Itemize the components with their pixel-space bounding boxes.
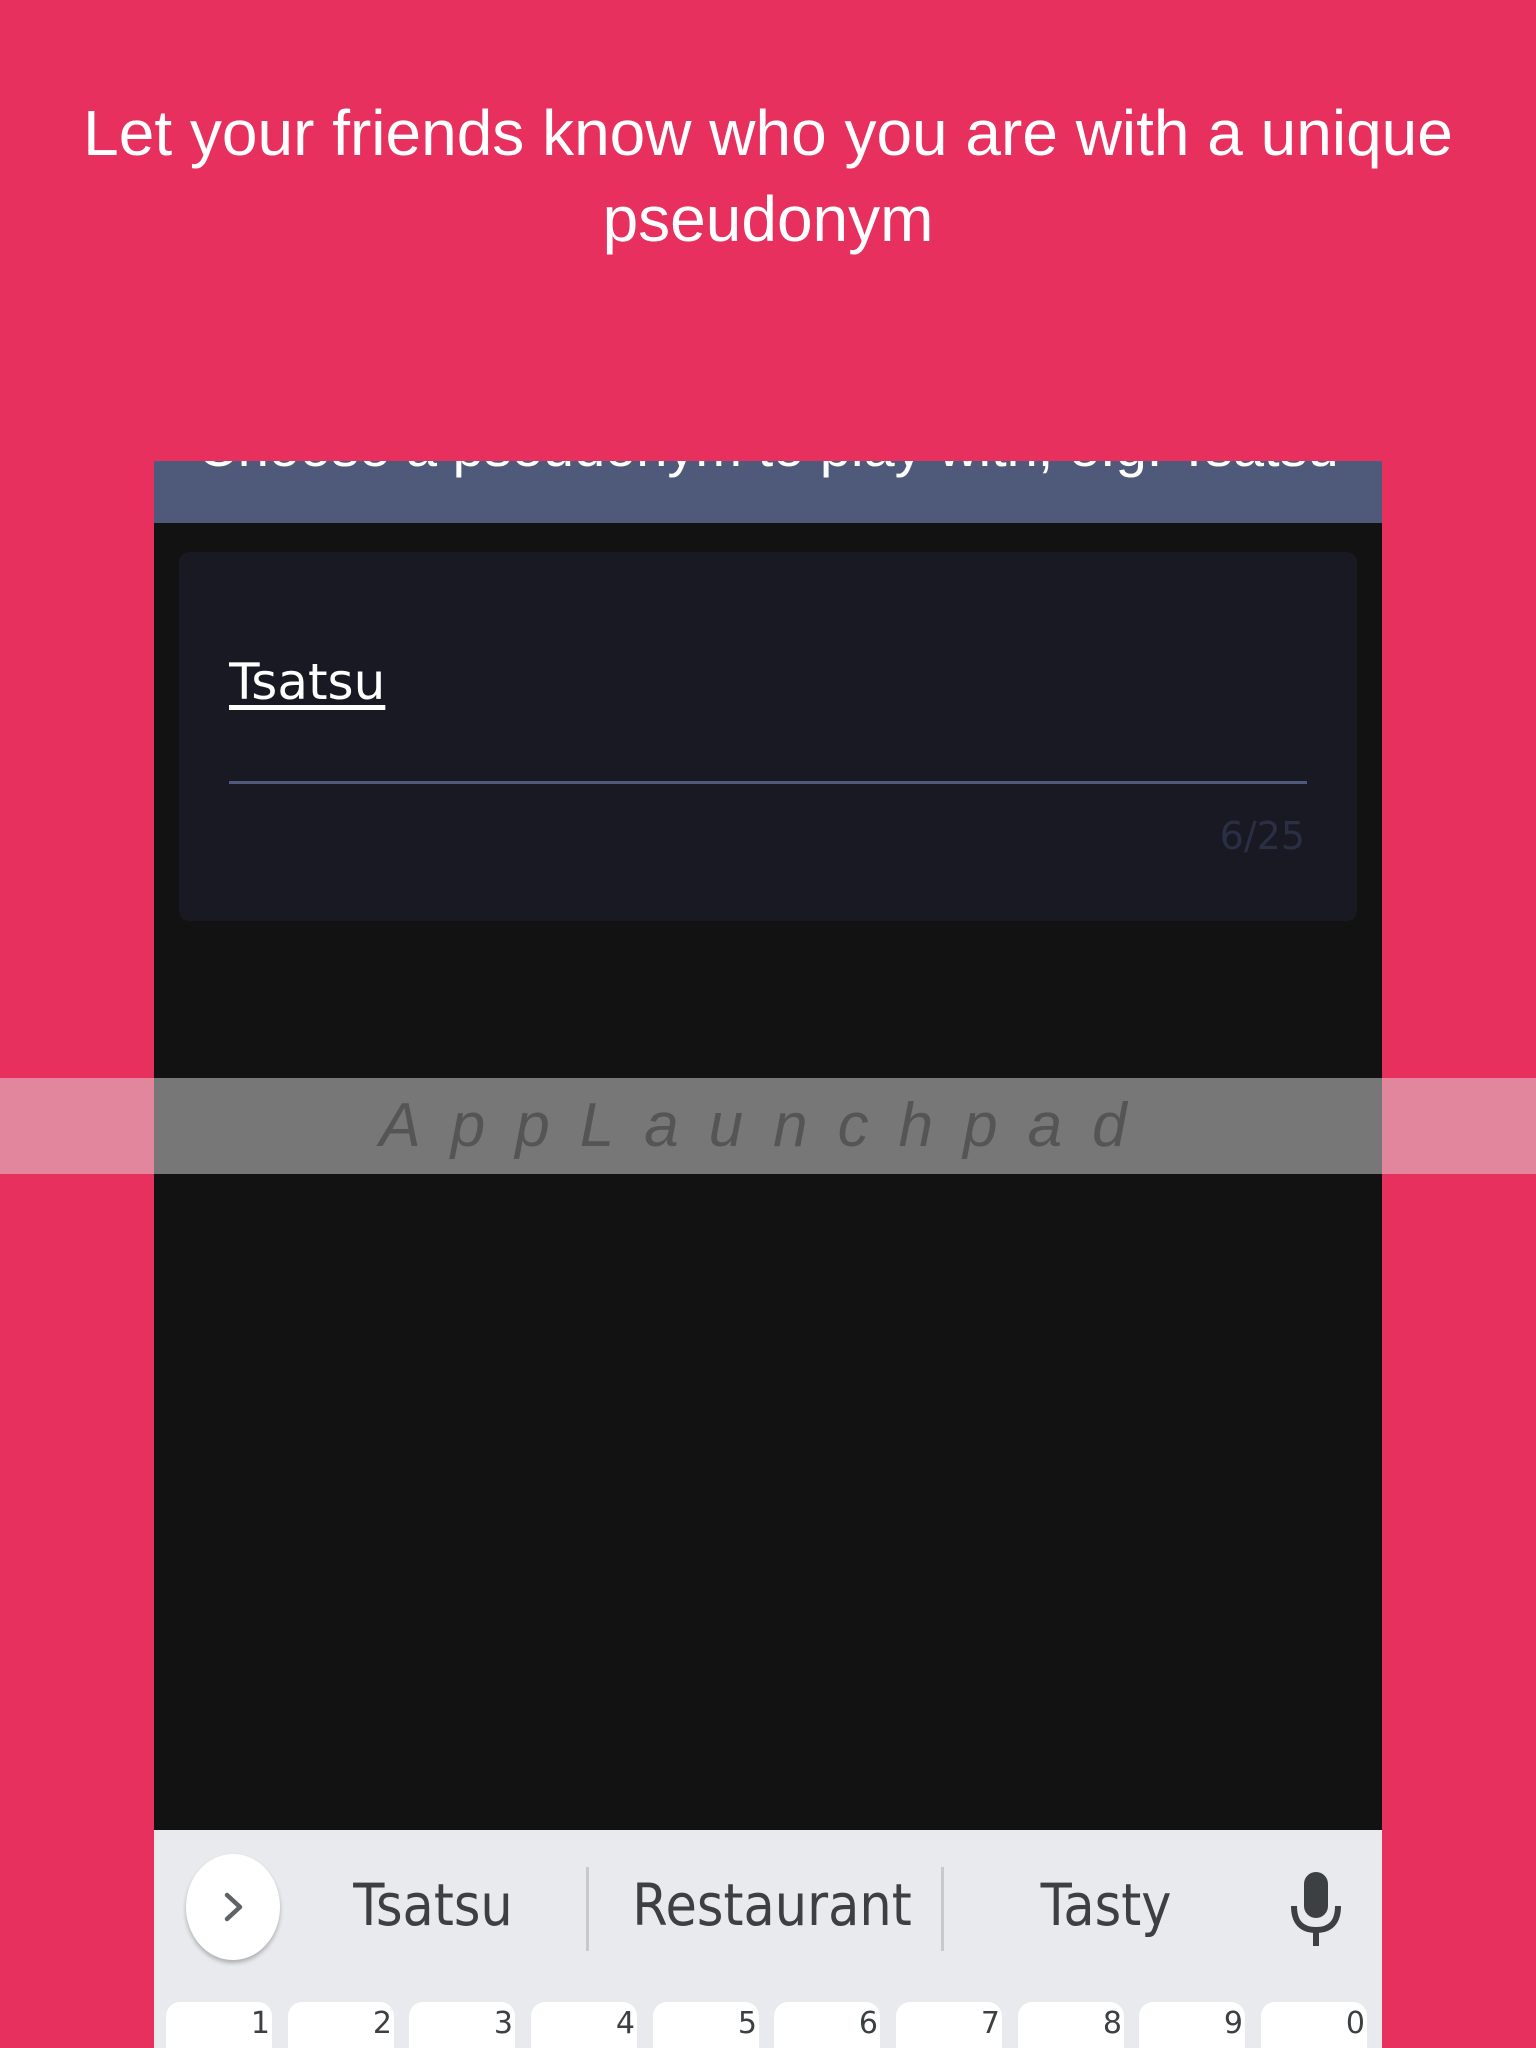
suggestion-2[interactable]: Restaurant bbox=[622, 1865, 921, 1945]
number-key-row: 1 2 3 4 5 6 7 8 9 0 bbox=[154, 2002, 1382, 2048]
keyboard-expand-button[interactable] bbox=[186, 1854, 280, 1960]
key-9[interactable]: 9 bbox=[1139, 2002, 1245, 2048]
key-4[interactable]: 4 bbox=[531, 2002, 637, 2048]
pseudonym-input[interactable] bbox=[229, 652, 1309, 712]
key-7[interactable]: 7 bbox=[896, 2002, 1002, 2048]
pseudonym-card: 6/25 bbox=[179, 552, 1357, 921]
app-bar-title: Choose a pseudonym to play with, e.g. Ts… bbox=[154, 461, 1382, 479]
key-3[interactable]: 3 bbox=[409, 2002, 515, 2048]
promo-headline: Let your friends know who you are with a… bbox=[83, 97, 1453, 255]
soft-keyboard: Tsatsu Restaurant Tasty 1 2 3 4 5 6 7 8 … bbox=[154, 1830, 1382, 2048]
key-5[interactable]: 5 bbox=[653, 2002, 759, 2048]
key-8[interactable]: 8 bbox=[1018, 2002, 1124, 2048]
suggestion-3[interactable]: Tasty bbox=[983, 1865, 1229, 1945]
character-counter: 6/25 bbox=[1219, 814, 1305, 858]
suggestion-1[interactable]: Tsatsu bbox=[318, 1865, 549, 1945]
app-bar: Choose a pseudonym to play with, e.g. Ts… bbox=[154, 461, 1382, 523]
suggestion-divider bbox=[586, 1867, 589, 1951]
phone-screen: Choose a pseudonym to play with, e.g. Ts… bbox=[154, 461, 1382, 2048]
microphone-icon[interactable] bbox=[1288, 1870, 1344, 1950]
input-underline bbox=[229, 781, 1307, 784]
watermark-banner: AppLaunchpad bbox=[0, 1078, 1536, 1174]
key-6[interactable]: 6 bbox=[774, 2002, 880, 2048]
key-0[interactable]: 0 bbox=[1261, 2002, 1367, 2048]
chevron-right-icon bbox=[224, 1892, 243, 1922]
key-1[interactable]: 1 bbox=[166, 2002, 272, 2048]
suggestion-divider bbox=[941, 1867, 944, 1951]
key-2[interactable]: 2 bbox=[288, 2002, 394, 2048]
